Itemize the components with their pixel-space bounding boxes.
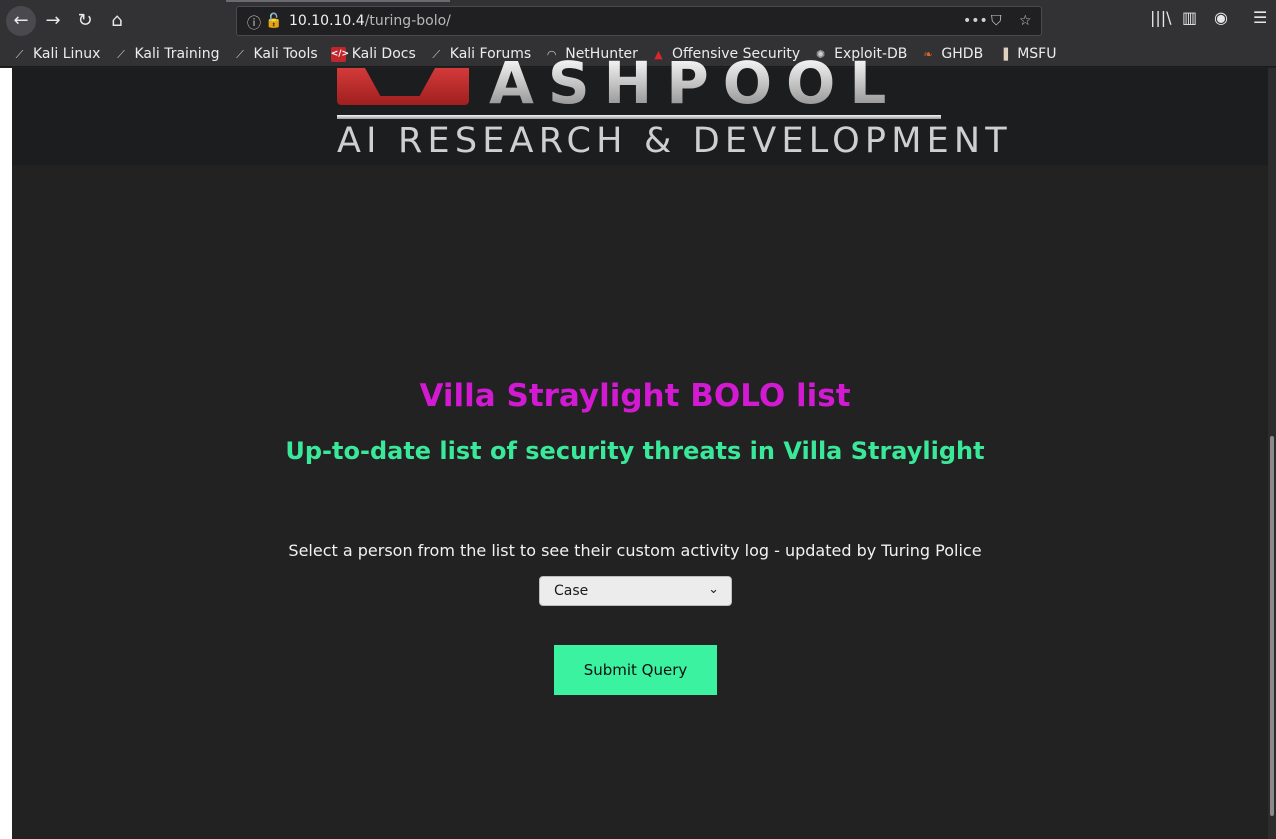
person-select[interactable]: Case ⌄	[539, 576, 732, 606]
ghdb-icon: ❧	[923, 47, 933, 61]
page-actions-icon[interactable]: •••	[963, 13, 988, 29]
bookmark-label: MSFU	[1017, 46, 1057, 62]
active-tab-indicator	[226, 0, 450, 2]
forward-arrow-icon[interactable]: →	[38, 6, 68, 36]
bookmark-ghdb[interactable]: ❧ GHDB	[920, 46, 983, 62]
kali-icon: ⟋	[15, 47, 24, 61]
reload-icon[interactable]: ↻	[70, 6, 100, 36]
header-banner: ASHPOOL AI RESEARCH & DEVELOPMENT	[12, 54, 1268, 165]
tessier-ashpool-logo: ASHPOOL AI RESEARCH & DEVELOPMENT	[337, 54, 1007, 165]
back-arrow-icon[interactable]: ←	[6, 6, 36, 36]
browser-window: ← → ↻ ⌂ ⓘ 🔓 10.10.10.4/turing-bolo/ ••• …	[0, 0, 1276, 839]
pocket-icon[interactable]: ⛉	[991, 13, 1002, 29]
home-icon[interactable]: ⌂	[102, 6, 132, 36]
info-icon[interactable]: ⓘ	[247, 13, 261, 33]
url-text[interactable]: 10.10.10.4/turing-bolo/	[289, 13, 451, 29]
page-content: ASHPOOL AI RESEARCH & DEVELOPMENT Villa …	[12, 54, 1268, 839]
page-subtitle: Up-to-date list of security threats in V…	[285, 437, 985, 465]
bookmark-label: Kali Training	[134, 46, 220, 62]
instructions-text: Select a person from the list to see the…	[288, 541, 982, 560]
logo-red-block	[337, 68, 469, 105]
page-title: Villa Straylight BOLO list	[419, 378, 851, 414]
bookmark-kali-tools[interactable]: ⟋ Kali Tools	[232, 46, 318, 62]
bookmark-kali-linux[interactable]: ⟋ Kali Linux	[12, 46, 101, 62]
logo-wordmark: ASHPOOL	[489, 49, 901, 117]
scrollbar-thumb[interactable]	[1270, 436, 1274, 816]
msfu-icon: ▐	[999, 47, 1008, 61]
kali-icon: ⟋	[432, 47, 441, 61]
window-edge	[0, 68, 12, 839]
bookmark-star-icon[interactable]: ☆	[1019, 13, 1032, 29]
account-icon[interactable]: ◉	[1214, 10, 1228, 26]
bookmark-kali-docs[interactable]: </> Kali Docs	[330, 46, 416, 62]
kali-icon: ⟋	[236, 47, 244, 61]
submit-query-button[interactable]: Submit Query	[554, 645, 717, 695]
scrollbar[interactable]	[1268, 68, 1276, 839]
bookmark-label: Kali Docs	[351, 46, 416, 62]
url-bar[interactable]: ⓘ 🔓 10.10.10.4/turing-bolo/ ••• ⛉ ☆	[236, 6, 1042, 36]
bookmark-kali-training[interactable]: ⟋ Kali Training	[113, 46, 219, 62]
bookmark-label: GHDB	[941, 46, 984, 62]
url-path: /turing-bolo/	[364, 13, 451, 29]
library-icon[interactable]: |||\	[1150, 10, 1172, 26]
chevron-down-icon: ⌄	[708, 582, 719, 597]
logo-tagline: AI RESEARCH & DEVELOPMENT	[337, 121, 1012, 161]
person-select-value: Case	[554, 583, 589, 599]
url-host: 10.10.10.4	[289, 13, 365, 29]
insecure-lock-icon[interactable]: 🔓	[265, 13, 282, 29]
bookmark-label: Kali Linux	[33, 46, 101, 62]
logo-divider	[337, 115, 941, 119]
sidebar-icon[interactable]: ▥	[1182, 10, 1197, 26]
menu-icon[interactable]: ☰	[1253, 10, 1267, 26]
bookmark-msfu[interactable]: ▐ MSFU	[996, 46, 1056, 62]
kali-icon: ⟋	[117, 47, 125, 61]
bookmark-label: Kali Tools	[253, 46, 318, 62]
logo-red-cutout	[365, 68, 435, 96]
kali-docs-icon: </>	[330, 46, 349, 62]
browser-toolbar: ← → ↻ ⌂ ⓘ 🔓 10.10.10.4/turing-bolo/ ••• …	[0, 0, 1276, 42]
